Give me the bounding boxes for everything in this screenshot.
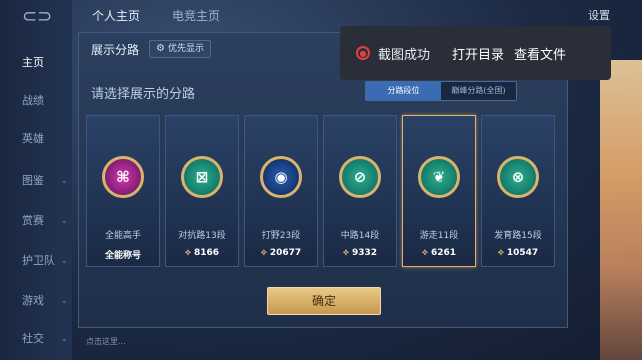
rank-score-icon: ⟡: [421, 248, 428, 258]
sidebar: ⊂⊃ 主页 战绩 英雄 图鉴 ⌄ 赏赛 ⌄ 护卫队 ⌄ 游戏 ⌄ 社交 ⌄: [0, 0, 72, 360]
mid-lane-badge-icon: ⊘: [339, 156, 381, 198]
chevron-down-icon: ⌄: [60, 216, 68, 226]
chat-input-hint[interactable]: 点击这里...: [86, 336, 126, 347]
priority-display-label: 优先显示: [167, 44, 204, 54]
lane-card-label: 全能高手: [104, 231, 141, 241]
lane-card-score: ⟡ 6261: [421, 248, 456, 258]
sidebar-item-heroes[interactable]: 英雄: [0, 128, 72, 150]
settings-button[interactable]: 设置: [588, 7, 610, 23]
tab-personal-home[interactable]: 个人主页: [92, 7, 140, 24]
lane-card-jungle[interactable]: ◉ 打野23段 ⟡ 20677: [244, 115, 318, 267]
toggle-lane-rank[interactable]: 分路段位: [366, 82, 441, 100]
sidebar-item-guard[interactable]: 护卫队 ⌄: [0, 250, 72, 272]
toast-message: 截图成功: [378, 47, 431, 63]
lane-card-roam[interactable]: ❦ 游走11段 ⟡ 6261: [402, 115, 476, 267]
allround-badge-icon: ⌘: [102, 156, 144, 198]
jungle-badge-icon: ◉: [260, 156, 302, 198]
chevron-down-icon: ⌄: [60, 256, 68, 266]
chevron-down-icon: ⌄: [60, 176, 68, 186]
sidebar-item-games[interactable]: 游戏 ⌄: [0, 290, 72, 312]
lane-card-score: ⟡ 10547: [497, 248, 539, 258]
lane-card-label: 游走11段: [419, 231, 459, 241]
tab-esports-home[interactable]: 电竞主页: [172, 7, 220, 24]
lane-card-score: ⟡ 20677: [260, 248, 302, 258]
lane-card-label: 对抗路13段: [178, 231, 226, 241]
gear-icon: ⚙: [156, 43, 165, 54]
rank-score-icon: ⟡: [497, 248, 504, 258]
select-lane-prompt: 请选择展示的分路: [91, 87, 196, 102]
lane-card-mid[interactable]: ⊘ 中路14段 ⟡ 9332: [323, 115, 397, 267]
lane-mode-toggle[interactable]: 分路段位 巅峰分路(全国): [365, 81, 517, 101]
background-hero-art: [600, 60, 642, 360]
rank-score-icon: ⟡: [342, 248, 349, 258]
record-icon: ●: [356, 46, 370, 60]
lane-card-score: 全能称号: [104, 251, 141, 261]
sidebar-item-social[interactable]: 社交 ⌄: [0, 328, 72, 350]
clash-lane-badge-icon: ⊠: [181, 156, 223, 198]
sidebar-item-codex[interactable]: 图鉴 ⌄: [0, 170, 72, 192]
lane-card-label: 打野23段: [261, 231, 301, 241]
view-file-button[interactable]: 查看文件: [514, 44, 566, 63]
dialog-header: 展示分路 ⚙ 优先显示: [79, 33, 279, 61]
toggle-peak-lane[interactable]: 巅峰分路(全国): [441, 82, 516, 100]
confirm-button[interactable]: 确定: [267, 287, 381, 315]
lane-card-allround[interactable]: ⌘ 全能高手 全能称号: [86, 115, 160, 267]
sidebar-item-events[interactable]: 赏赛 ⌄: [0, 210, 72, 232]
lane-card-score: ⟡ 9332: [342, 248, 377, 258]
lane-card-score: ⟡ 8166: [184, 248, 219, 258]
lane-card-farm[interactable]: ⊗ 发育路15段 ⟡ 10547: [481, 115, 555, 267]
open-directory-button[interactable]: 打开目录: [452, 44, 504, 63]
farm-lane-badge-icon: ⊗: [497, 156, 539, 198]
sidebar-item-home[interactable]: 主页: [0, 52, 72, 74]
lane-card-clash[interactable]: ⊠ 对抗路13段 ⟡ 8166: [165, 115, 239, 267]
chevron-down-icon: ⌄: [60, 296, 68, 306]
roam-badge-icon: ❦: [418, 156, 460, 198]
priority-display-button[interactable]: ⚙ 优先显示: [149, 40, 211, 58]
rank-score-icon: ⟡: [184, 248, 191, 258]
lane-card-label: 中路14段: [340, 231, 380, 241]
dialog-title: 展示分路: [91, 43, 140, 57]
sidebar-item-record[interactable]: 战绩: [0, 90, 72, 112]
lane-card-label: 发育路15段: [494, 231, 542, 241]
rank-score-icon: ⟡: [260, 248, 267, 258]
screenshot-toast: ● 截图成功 打开目录 查看文件: [340, 26, 611, 80]
back-logo-icon[interactable]: ⊂⊃: [22, 6, 52, 27]
chevron-down-icon: ⌄: [60, 334, 68, 344]
